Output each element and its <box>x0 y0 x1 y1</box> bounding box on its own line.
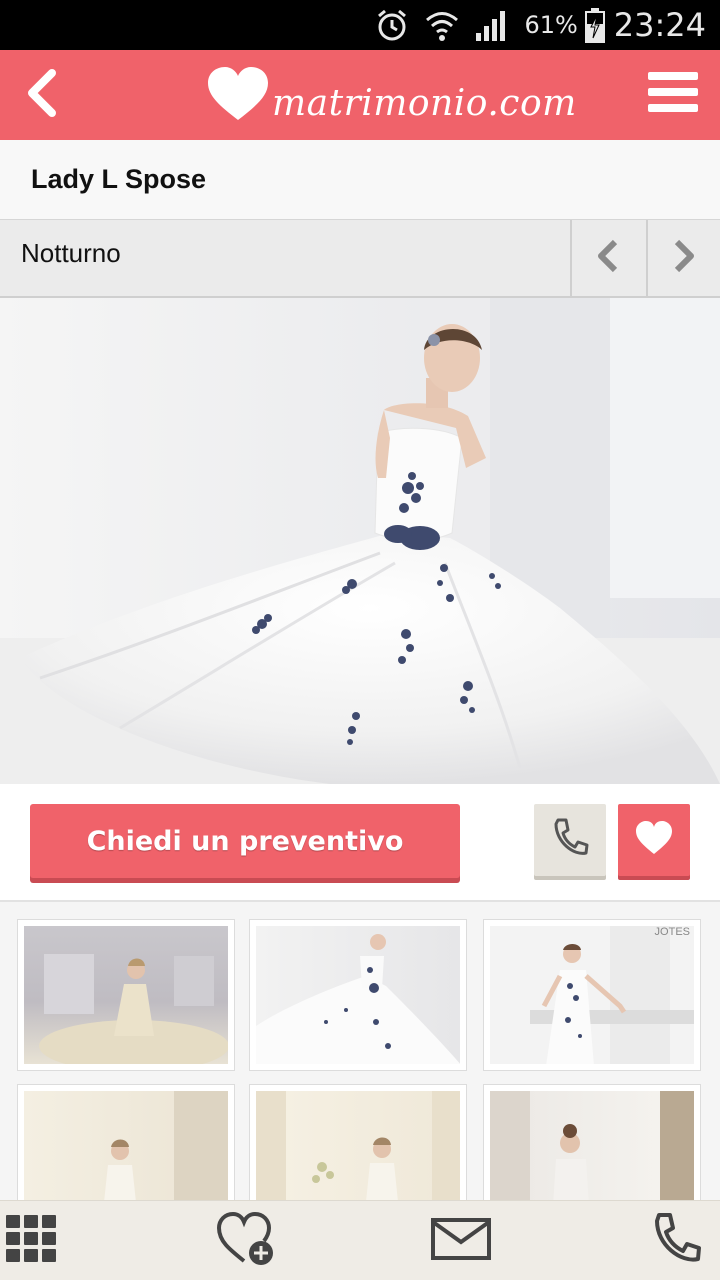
thumbnail-watermark: JOTES <box>654 926 690 938</box>
favorite-button[interactable] <box>618 804 690 876</box>
battery-percent: 61% <box>524 11 578 39</box>
logo-text: matrimonio.com <box>272 82 577 124</box>
grid-icon <box>6 1214 58 1268</box>
dress-photo[interactable] <box>0 298 720 784</box>
menu-button[interactable] <box>648 68 704 124</box>
gallery-thumbnail[interactable] <box>17 919 235 1071</box>
call-button[interactable] <box>534 804 606 876</box>
heart-icon <box>634 820 674 861</box>
request-quote-button[interactable]: Chiedi un preventivo <box>30 804 460 878</box>
alarm-icon <box>374 7 410 43</box>
vendor-name: Lady L Spose <box>31 164 207 194</box>
heart-plus-icon <box>215 1211 277 1272</box>
wifi-icon <box>424 7 460 43</box>
phone-icon <box>649 1211 703 1272</box>
bottom-nav-grid[interactable] <box>0 1201 64 1281</box>
chevron-left-icon <box>22 68 62 122</box>
signal-icon <box>474 7 510 43</box>
gallery-thumbnail[interactable] <box>249 1084 467 1200</box>
dress-photo-illustration <box>0 298 720 784</box>
phone-icon <box>550 816 590 865</box>
chevron-left-icon <box>595 239 621 278</box>
next-dress-button[interactable] <box>646 220 720 296</box>
battery-charging-icon <box>584 7 606 43</box>
dress-name: Notturno <box>21 238 121 268</box>
bottom-navigation <box>0 1200 720 1280</box>
photo-gallery: JOTES <box>0 902 720 1200</box>
chevron-right-icon <box>671 239 697 278</box>
clock: 23:24 <box>613 6 706 44</box>
mail-icon <box>431 1217 491 1265</box>
bottom-nav-call[interactable] <box>644 1201 708 1281</box>
gallery-thumbnail[interactable] <box>249 919 467 1071</box>
status-bar: 61% 23:24 <box>0 0 720 50</box>
back-button[interactable] <box>14 64 70 126</box>
dress-navigation: Notturno <box>0 220 720 298</box>
hamburger-menu-icon <box>648 72 704 112</box>
logo[interactable]: matrimonio.com <box>206 62 577 130</box>
bottom-nav-message[interactable] <box>426 1201 496 1281</box>
gallery-thumbnail[interactable] <box>483 1084 701 1200</box>
previous-dress-button[interactable] <box>570 220 644 296</box>
app-header: matrimonio.com <box>0 50 720 140</box>
gallery-thumbnail[interactable]: JOTES <box>483 919 701 1071</box>
bottom-nav-add-favorite[interactable] <box>206 1201 286 1281</box>
heart-logo-icon <box>206 66 270 127</box>
gallery-thumbnail[interactable] <box>17 1084 235 1200</box>
action-bar: Chiedi un preventivo <box>0 784 720 902</box>
vendor-header: Lady L Spose <box>0 140 720 220</box>
